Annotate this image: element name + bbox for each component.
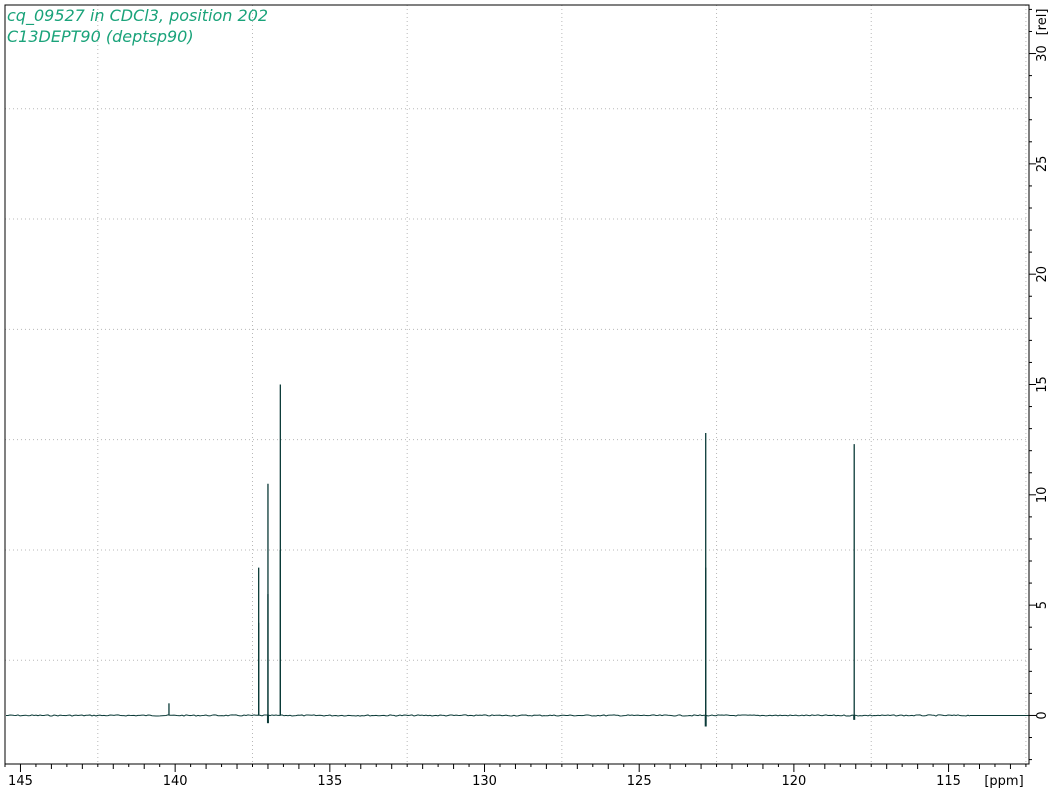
x-tick-label: 130 xyxy=(472,774,497,789)
nmr-spectrum-chart: 145 140 135 130 125 120 115 [ppm] 0 5 10 15 20 25 30 [r… xyxy=(0,0,1060,793)
y-tick-label: 25 xyxy=(1035,156,1050,173)
y-tick-label: 30 xyxy=(1035,45,1050,62)
x-tick-label: 140 xyxy=(163,774,188,789)
spectrum-title: cq_09527 in CDCl3, position 202 xyxy=(7,6,268,26)
x-tick-label: 145 xyxy=(8,774,33,789)
experiment-subtitle: C13DEPT90 (deptsp90) xyxy=(7,27,194,46)
x-tick-label: 135 xyxy=(317,774,342,789)
y-tick-label: 10 xyxy=(1035,487,1050,504)
y-tick-label: 20 xyxy=(1035,266,1050,283)
y-tick-label: 5 xyxy=(1035,601,1050,609)
y-tick-label: 0 xyxy=(1035,711,1050,719)
x-axis-label: [ppm] xyxy=(984,774,1023,789)
x-tick-label: 115 xyxy=(936,774,961,789)
y-axis-label: [rel] xyxy=(1035,9,1050,36)
y-tick-label: 15 xyxy=(1035,376,1050,393)
x-tick-label: 120 xyxy=(781,774,806,789)
chart-background xyxy=(0,0,1060,793)
x-tick-label: 125 xyxy=(627,774,652,789)
